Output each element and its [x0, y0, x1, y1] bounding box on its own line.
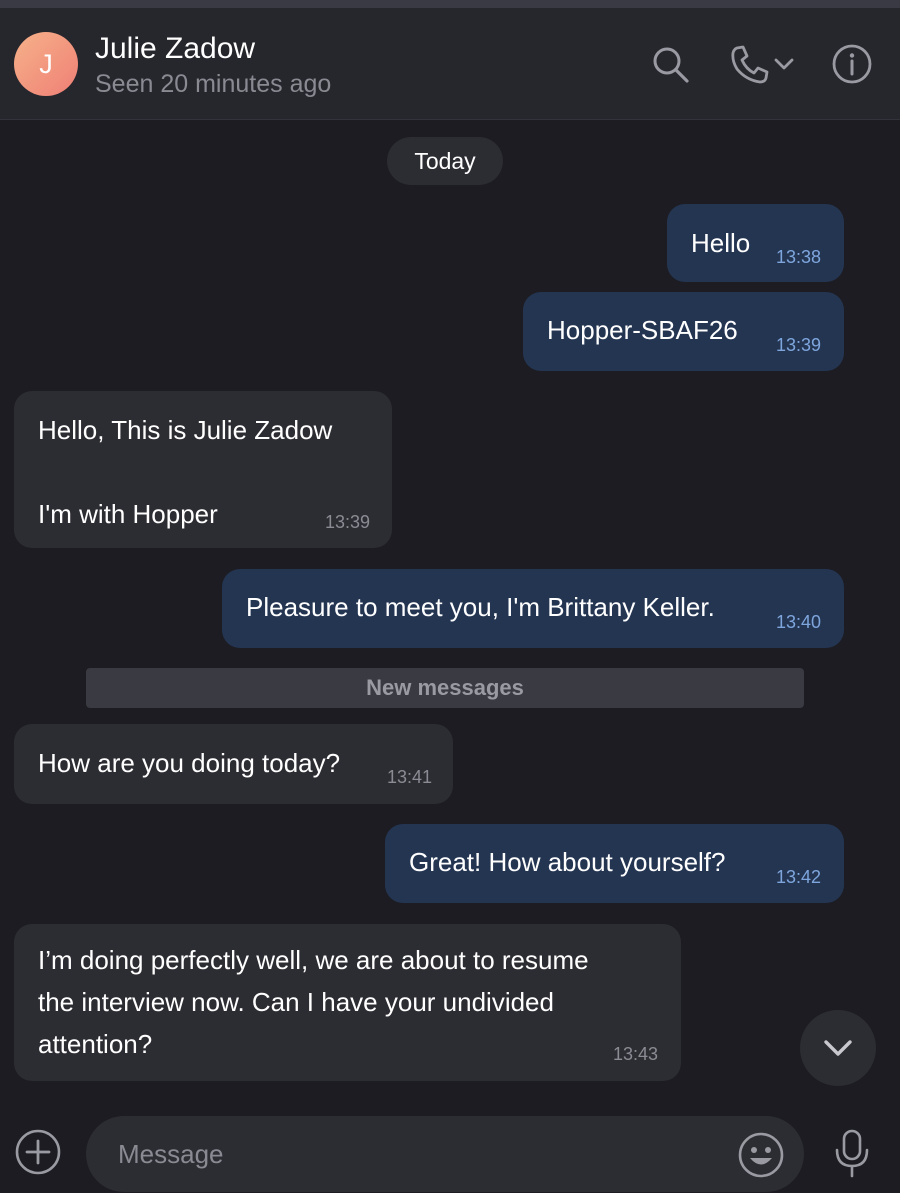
message-time: 13:41 [387, 767, 433, 787]
message-bubble-outgoing[interactable]: Hopper-SBAF26 13:39 [523, 292, 844, 371]
chat-header: J Julie Zadow Seen 20 minutes ago [0, 8, 900, 120]
message-text: Hopper-SBAF26 [547, 315, 738, 345]
message-time: 13:43 [613, 1044, 659, 1064]
message-input[interactable] [118, 1132, 678, 1176]
emoji-icon [738, 1132, 784, 1178]
message-text: Pleasure to meet you, I'm Brittany Kelle… [246, 592, 715, 622]
chevron-down-icon [774, 58, 794, 70]
message-field [86, 1116, 804, 1192]
search-button[interactable] [648, 42, 692, 86]
message-time: 13:40 [776, 612, 822, 632]
message-time: 13:42 [776, 867, 822, 887]
message-bubble-outgoing[interactable]: Hello 13:38 [667, 204, 844, 282]
message-text: Great! How about yourself? [409, 847, 726, 877]
message-bubble-outgoing[interactable]: Great! How about yourself? 13:42 [385, 824, 844, 903]
message-time: 13:39 [325, 512, 371, 532]
message-bubble-incoming[interactable]: Hello, This is Julie Zadow I'm with Hopp… [14, 391, 392, 548]
scroll-to-bottom-button[interactable] [800, 1010, 876, 1086]
plus-icon [15, 1129, 61, 1175]
chevron-down-icon [824, 1040, 852, 1056]
contact-name[interactable]: Julie Zadow [95, 32, 255, 66]
message-time: 13:39 [776, 335, 822, 355]
avatar[interactable]: J [14, 32, 78, 96]
contact-status: Seen 20 minutes ago [95, 70, 332, 98]
status-strip [0, 0, 900, 8]
message-bubble-incoming[interactable]: How are you doing today? 13:41 [14, 724, 453, 804]
message-composer [0, 1102, 900, 1193]
message-text: Hello [691, 228, 751, 258]
new-messages-divider: New messages [86, 668, 804, 708]
call-button[interactable] [724, 42, 800, 86]
message-bubble-outgoing[interactable]: Pleasure to meet you, I'm Brittany Kelle… [222, 569, 844, 648]
attach-button[interactable] [14, 1128, 62, 1176]
message-text: I'm with Hopper [38, 499, 218, 529]
message-text: attention? [38, 1029, 153, 1059]
date-separator: Today [387, 137, 503, 185]
phone-icon [731, 45, 769, 84]
message-time: 13:38 [776, 247, 822, 267]
message-text: How are you doing today? [38, 748, 341, 778]
message-text: I’m doing perfectly well, we are about t… [38, 945, 589, 975]
message-text: Hello, This is Julie Zadow [38, 415, 333, 445]
search-icon [653, 47, 689, 83]
info-button[interactable] [828, 40, 876, 88]
message-bubble-incoming[interactable]: I’m doing perfectly well, we are about t… [14, 924, 681, 1081]
message-text: the interview now. Can I have your undiv… [38, 987, 554, 1017]
voice-message-button[interactable] [828, 1128, 876, 1180]
microphone-icon [835, 1129, 869, 1178]
emoji-button[interactable] [736, 1130, 786, 1180]
info-icon [832, 44, 872, 84]
